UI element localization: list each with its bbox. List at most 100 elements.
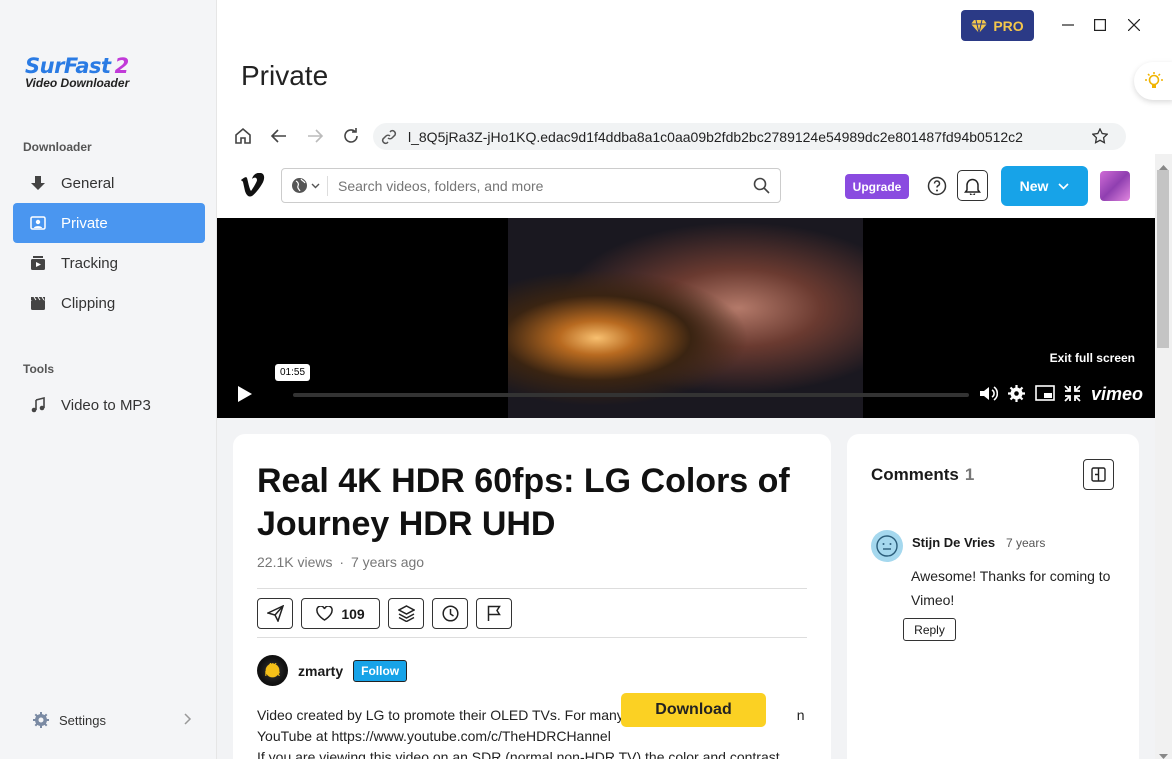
view-count: 22.1K views <box>257 554 333 570</box>
settings-gear-icon[interactable] <box>1007 384 1026 408</box>
exit-fullscreen-label[interactable]: Exit full screen <box>1050 351 1135 365</box>
scroll-down-icon[interactable] <box>1159 747 1168 759</box>
sidebar: SurFast 2 Video Downloader Downloader Gen… <box>0 0 217 759</box>
maximize-icon <box>1094 19 1106 31</box>
pro-button[interactable]: PRO <box>961 10 1034 41</box>
maximize-button[interactable] <box>1088 10 1112 40</box>
arrow-right-icon <box>308 129 324 143</box>
upgrade-button[interactable]: Upgrade <box>845 174 909 199</box>
sidebar-item-general[interactable]: General <box>13 163 205 203</box>
tracking-icon <box>29 254 47 272</box>
collections-button[interactable] <box>388 598 424 629</box>
sidebar-item-label: Tracking <box>61 254 118 272</box>
settings-button[interactable]: Settings <box>32 711 192 729</box>
app-logo: SurFast 2 Video Downloader <box>25 54 129 90</box>
vimeo-player-logo[interactable]: vimeo <box>1091 384 1143 405</box>
settings-label: Settings <box>59 712 106 728</box>
sidebar-item-tracking[interactable]: Tracking <box>13 243 205 283</box>
sidebar-item-video-to-mp3[interactable]: Video to MP3 <box>13 385 205 425</box>
arrow-left-icon <box>270 129 286 143</box>
logo-text: SurFast <box>25 54 111 78</box>
sidebar-item-clipping[interactable]: Clipping <box>13 283 205 323</box>
home-button[interactable] <box>234 127 252 150</box>
video-player[interactable]: Exit full screen 01:55 vimeo <box>217 218 1155 418</box>
video-frame <box>508 218 863 418</box>
sidebar-panel-icon <box>1091 467 1106 482</box>
exit-fullscreen-icon[interactable] <box>1064 385 1081 407</box>
minimize-icon <box>1062 24 1074 26</box>
globe-icon[interactable] <box>291 177 320 194</box>
description-line: If you are viewing this video on an SDR … <box>257 749 780 759</box>
user-avatar[interactable] <box>1100 171 1130 201</box>
watch-later-button[interactable] <box>432 598 468 629</box>
reload-icon <box>344 128 358 143</box>
chevron-down-icon <box>311 183 320 188</box>
url-field[interactable]: l_8Q5jRa3Z-jHo1KQ.edac9d1f4ddba8a1c0aa09… <box>373 123 1126 150</box>
comment-author[interactable]: Stijn De Vries <box>912 535 995 550</box>
description-line: YouTube at https://www.youtube.com/c/The… <box>257 728 611 744</box>
volume-icon[interactable] <box>979 384 999 408</box>
report-button[interactable] <box>476 598 512 629</box>
owner-badge: 4K HDR <box>264 662 281 678</box>
sidebar-item-label: General <box>61 174 115 192</box>
owner-avatar[interactable]: 4K HDR <box>257 655 288 686</box>
link-icon <box>381 129 397 150</box>
new-label: New <box>1019 178 1049 194</box>
upload-age: 7 years ago <box>350 554 425 570</box>
pro-label: PRO <box>993 17 1024 34</box>
time-tooltip: 01:55 <box>275 364 311 381</box>
help-icon[interactable] <box>927 176 947 201</box>
comment-time: 7 years <box>1006 536 1046 550</box>
home-icon <box>235 127 251 144</box>
sidebar-item-label: Private <box>61 214 108 232</box>
scroll-up-icon[interactable] <box>1159 157 1168 175</box>
flag-icon <box>487 605 501 621</box>
search-input[interactable] <box>338 177 738 194</box>
comments-title: Comments <box>871 465 959 484</box>
minimize-button[interactable] <box>1056 10 1080 40</box>
gear-icon <box>32 711 50 729</box>
toggle-panel-button[interactable] <box>1083 459 1114 490</box>
reply-button[interactable]: Reply <box>903 618 956 641</box>
like-button[interactable]: 109 <box>301 598 380 629</box>
share-button[interactable] <box>257 598 293 629</box>
picture-in-picture-icon[interactable] <box>1035 385 1055 407</box>
section-downloader: Downloader <box>23 140 92 154</box>
forward-button[interactable] <box>306 127 324 150</box>
vimeo-search <box>281 168 781 203</box>
new-button[interactable]: New <box>1001 166 1088 206</box>
close-button[interactable] <box>1122 10 1146 40</box>
chevron-down-icon <box>1058 182 1069 190</box>
search-icon[interactable] <box>753 177 770 199</box>
follow-button[interactable]: Follow <box>353 659 408 682</box>
close-icon <box>1128 19 1140 31</box>
lightbulb-icon <box>1145 72 1163 88</box>
sidebar-item-private[interactable]: Private <box>13 203 205 243</box>
reload-button[interactable] <box>342 127 360 150</box>
owner-name[interactable]: zmarty <box>298 663 343 679</box>
notifications-button[interactable] <box>957 170 988 201</box>
sidebar-item-label: Clipping <box>61 294 116 312</box>
theme-toggle-button[interactable] <box>1134 62 1172 100</box>
download-button[interactable]: Download <box>621 693 766 727</box>
clock-icon <box>441 605 459 622</box>
logo-subtitle: Video Downloader <box>25 76 130 90</box>
commenter-avatar[interactable] <box>871 530 903 562</box>
send-icon <box>266 605 284 622</box>
bell-icon <box>964 178 981 195</box>
divider <box>257 588 807 589</box>
progress-bar[interactable] <box>293 393 969 397</box>
video-title: Real 4K HDR 60fps: LG Colors of Journey … <box>257 462 790 543</box>
vimeo-logo-icon[interactable] <box>240 172 266 202</box>
section-tools: Tools <box>23 362 55 376</box>
like-count: 109 <box>341 605 365 622</box>
diamond-icon <box>971 19 988 33</box>
play-icon[interactable] <box>237 385 253 408</box>
heart-icon <box>316 606 334 621</box>
smiley-face-icon <box>876 535 898 557</box>
scrollbar-thumb[interactable] <box>1157 170 1169 348</box>
download-arrow-icon <box>29 174 47 192</box>
bookmark-star-icon[interactable] <box>1091 127 1109 149</box>
back-button[interactable] <box>270 127 288 150</box>
divider <box>257 637 807 638</box>
